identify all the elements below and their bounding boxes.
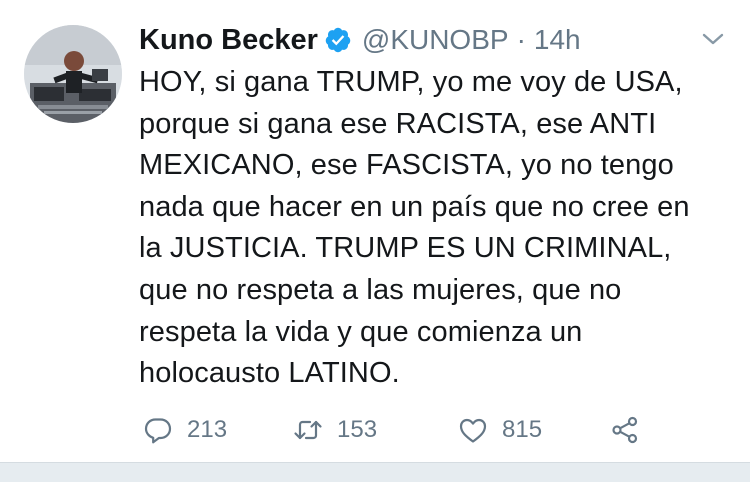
author-name[interactable]: Kuno Becker <box>139 24 318 57</box>
reply-icon <box>144 418 172 444</box>
share-icon <box>612 416 638 444</box>
tweet-header: Kuno Becker @KUNOBP · 14h <box>139 20 581 60</box>
avatar-image <box>24 25 122 123</box>
separator-dot: · <box>516 24 526 55</box>
reply-count: 213 <box>187 416 228 443</box>
reply-button[interactable]: 213 <box>143 410 293 450</box>
tweet-text: HOY, si gana TRUMP, yo me voy de USA, po… <box>139 66 690 390</box>
timeline-divider <box>0 462 750 482</box>
like-button[interactable]: 815 <box>458 410 610 450</box>
like-count: 815 <box>502 416 543 443</box>
avatar[interactable] <box>24 25 122 123</box>
tweet-timestamp[interactable]: 14h <box>534 24 581 56</box>
tweet[interactable]: Kuno Becker @KUNOBP · 14h HOY, si gana T… <box>0 0 750 462</box>
retweet-button[interactable]: 153 <box>293 410 458 450</box>
chevron-down-icon[interactable] <box>700 30 726 48</box>
verified-badge-icon <box>324 26 352 54</box>
tweet-actions: 213 153 815 <box>143 410 640 450</box>
share-button[interactable] <box>610 410 640 450</box>
retweet-count: 153 <box>337 416 378 443</box>
heart-icon <box>459 418 487 443</box>
retweet-icon <box>294 420 322 440</box>
author-handle[interactable]: @KUNOBP <box>362 24 509 56</box>
